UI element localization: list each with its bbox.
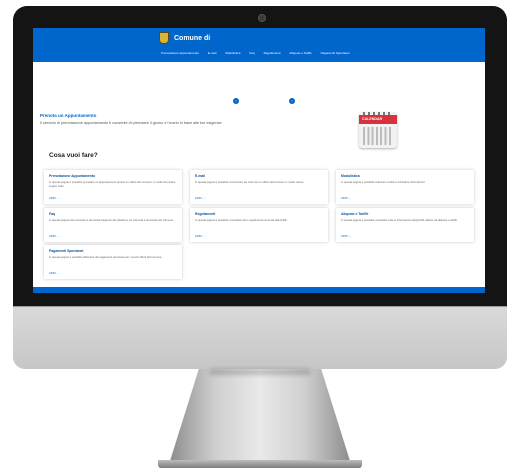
service-card-modulistica[interactable]: Modulistica In questa pagina è possibile… — [336, 170, 474, 204]
camera-icon — [258, 14, 266, 22]
slider-next-button[interactable]: › — [289, 98, 295, 104]
card-description: In questa pagina è possibile consultare … — [341, 219, 458, 222]
card-open-link[interactable]: APRI → — [49, 271, 59, 275]
monitor-stand-neck — [170, 369, 350, 461]
card-title: Regolamenti — [195, 212, 216, 216]
services-title: Cosa vuoi fare? — [49, 152, 98, 159]
hero-title[interactable]: Prenota un Appuntamento — [40, 113, 96, 118]
card-title: Pagamenti Spontanei — [49, 249, 84, 253]
card-description: In questa pagina è possibile prenotare u… — [49, 181, 176, 188]
card-title: E-mail — [195, 174, 206, 178]
service-card-pagamenti[interactable]: Pagamenti Spontanei In questa pagina è p… — [44, 245, 182, 279]
monitor-chin — [13, 306, 507, 369]
card-description: In questa pagina sono raccolte le domand… — [49, 219, 174, 222]
card-open-link[interactable]: APRI → — [49, 196, 59, 200]
crest-icon — [159, 32, 169, 44]
card-description: In questa pagina è possibile scaricare m… — [341, 181, 426, 184]
service-card-faq[interactable]: Faq In questa pagina sono raccolte le do… — [44, 208, 182, 242]
nav-item-email[interactable]: E-mail — [208, 51, 217, 55]
nav-item-prenotazione[interactable]: Prenotazione Appuntamento — [161, 51, 199, 55]
calendar-grid — [363, 127, 393, 145]
card-title: Prenotazione Appuntamento — [49, 174, 96, 178]
site-header: Comune di Prenotazione Appuntamento E-ma… — [33, 28, 485, 62]
card-open-link[interactable]: APRI → — [341, 196, 351, 200]
service-card-aliquote[interactable]: Aliquote e Tariffe In questa pagina è po… — [336, 208, 474, 242]
card-open-link[interactable]: APRI → — [49, 234, 59, 238]
hero-text: Il servizio di prenotazione appuntamento… — [40, 121, 222, 125]
card-description: In questa pagina è possibile effettuare … — [49, 256, 163, 259]
nav-item-modulistica[interactable]: Modulistica — [225, 51, 240, 55]
nav-item-faq[interactable]: Faq — [249, 51, 254, 55]
site-footer — [33, 287, 485, 293]
card-title: Modulistica — [341, 174, 360, 178]
card-title: Faq — [49, 212, 56, 216]
service-card-email[interactable]: E-mail In questa pagina è possibile comu… — [190, 170, 328, 204]
monitor-stand-base — [158, 460, 362, 468]
monitor-screen: Comune di Prenotazione Appuntamento E-ma… — [33, 28, 485, 293]
nav-item-regolamenti[interactable]: Regolamenti — [264, 51, 281, 55]
card-description: In questa pagina è possibile comunicare … — [195, 181, 305, 184]
service-card-regolamenti[interactable]: Regolamenti In questa pagina è possibile… — [190, 208, 328, 242]
card-description: In questa pagina è possibile consultare … — [195, 219, 288, 222]
main-nav: Prenotazione Appuntamento E-mail Modulis… — [161, 51, 349, 55]
service-card-prenotazione[interactable]: Prenotazione Appuntamento In questa pagi… — [44, 170, 182, 204]
card-title: Aliquote e Tariffe — [341, 212, 369, 216]
site-name: Comune di — [174, 34, 211, 42]
card-open-link[interactable]: APRI → — [195, 196, 205, 200]
chin-divider — [13, 306, 507, 307]
slider-prev-button[interactable]: ‹ — [233, 98, 239, 104]
nav-item-aliquote[interactable]: Aliquote e Tariffe — [289, 51, 311, 55]
stand-shadow — [210, 369, 310, 375]
calendar-label: CALENDAR — [362, 117, 383, 121]
site-logo[interactable]: Comune di — [159, 32, 210, 44]
card-open-link[interactable]: APRI → — [341, 234, 351, 238]
calendar-icon: CALENDAR — [359, 112, 397, 148]
nav-item-pagamenti[interactable]: Pagamenti Spontanei — [321, 51, 350, 55]
card-open-link[interactable]: APRI → — [195, 234, 205, 238]
